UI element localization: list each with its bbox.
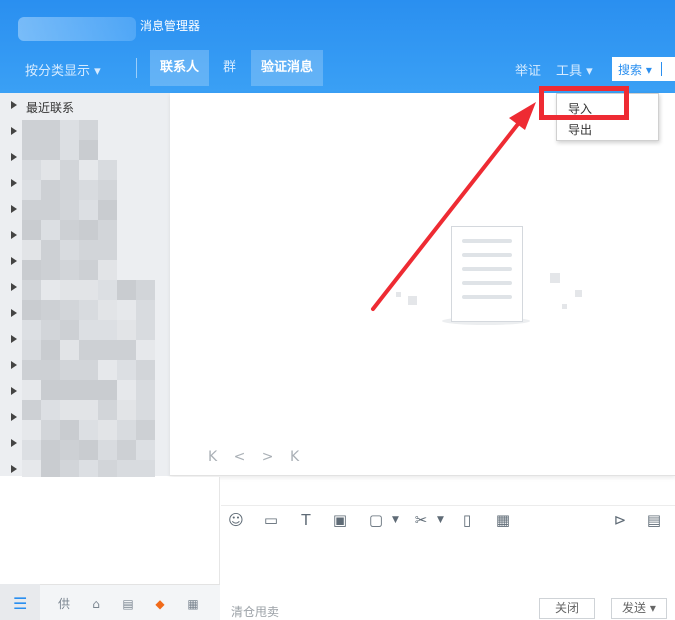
tree-expand-arrow-icon[interactable]: [11, 179, 21, 189]
tab-groups[interactable]: 群: [213, 50, 246, 86]
search-label: 搜索 ▾: [618, 63, 652, 77]
input-toolbar-divider: [221, 505, 675, 506]
card-icon[interactable]: ▭: [262, 511, 280, 529]
send-button[interactable]: 发送 ▾: [611, 598, 667, 619]
supply-icon[interactable]: 供: [57, 597, 71, 611]
tree-expand-arrow-icon[interactable]: [11, 127, 21, 137]
tree-expand-arrow-icon[interactable]: [11, 465, 21, 475]
tree-expand-arrow-icon[interactable]: [11, 361, 21, 371]
tree-expand-arrow-icon[interactable]: [11, 283, 21, 293]
tree-expand-arrow-icon[interactable]: [11, 309, 21, 319]
notes-icon[interactable]: ▤: [121, 597, 135, 611]
pager-controls[interactable]: K < > K: [208, 449, 305, 465]
calendar-icon[interactable]: ▦: [494, 511, 512, 529]
tree-expand-arrow-icon[interactable]: [11, 439, 21, 449]
header-divider: [136, 58, 137, 78]
decor-square: [408, 296, 417, 305]
folder-icon[interactable]: ▢: [367, 511, 385, 529]
menu-icon[interactable]: ☰: [13, 596, 27, 612]
emoji-icon[interactable]: ☺: [227, 511, 245, 529]
message-manager-window: 消息管理器 按分类显示 ▾ 联系人 群 验证消息 举证 工具 ▾ 搜索 ▾ 最近…: [0, 0, 675, 620]
store-icon[interactable]: ⌂: [89, 597, 103, 611]
tree-expand-arrow-icon[interactable]: [11, 205, 21, 215]
blurred-contact-list: [22, 120, 158, 480]
decor-square: [550, 273, 560, 283]
quick-reply-text[interactable]: 清仓甩卖: [231, 603, 279, 620]
close-button[interactable]: 关闭: [539, 598, 595, 619]
tree-expand-arrow-icon[interactable]: [11, 153, 21, 163]
report-button[interactable]: 举证: [515, 60, 541, 79]
tools-menu-button[interactable]: 工具 ▾: [556, 60, 593, 79]
header-bar: 消息管理器 按分类显示 ▾ 联系人 群 验证消息 举证 工具 ▾ 搜索 ▾: [0, 0, 675, 93]
tree-expand-arrow-icon[interactable]: [11, 257, 21, 267]
tab-verify-messages[interactable]: 验证消息: [251, 50, 324, 86]
decor-square: [562, 304, 567, 309]
decor-square: [396, 292, 401, 297]
category-display-dropdown[interactable]: 按分类显示 ▾: [25, 60, 101, 79]
group-recent-contacts[interactable]: 最近联系: [26, 99, 74, 116]
tree-expand-arrow-icon[interactable]: [11, 387, 21, 397]
layout-icon[interactable]: ▦: [186, 597, 200, 611]
tree-expand-arrow-icon[interactable]: [11, 231, 21, 241]
folder-caret-icon[interactable]: ▼: [392, 515, 399, 525]
contact-tree: 最近联系: [0, 93, 170, 480]
window-title: 消息管理器: [140, 19, 201, 33]
scissors-caret-icon[interactable]: ▼: [437, 515, 444, 525]
tab-contacts[interactable]: 联系人: [150, 50, 210, 86]
menu-item-export[interactable]: 导出: [568, 121, 592, 138]
decor-square: [575, 290, 582, 297]
empty-document-icon: [451, 226, 523, 322]
tree-expand-arrow-icon[interactable]: [11, 101, 21, 111]
search-button[interactable]: 搜索 ▾: [612, 57, 675, 81]
image-icon[interactable]: ▣: [331, 511, 349, 529]
forward-icon[interactable]: ⊳: [611, 511, 629, 529]
tree-expand-arrow-icon[interactable]: [11, 413, 21, 423]
history-icon[interactable]: ▤: [645, 511, 663, 529]
taobao-icon[interactable]: ◆: [153, 597, 167, 611]
text-format-icon[interactable]: T: [297, 511, 315, 529]
import-highlight-box: [539, 86, 629, 120]
tree-expand-arrow-icon[interactable]: [11, 335, 21, 345]
shake-icon[interactable]: ▯: [458, 511, 476, 529]
blurred-avatar-name: [18, 17, 136, 41]
search-divider: [661, 62, 662, 76]
message-panel: K < > K: [170, 93, 675, 476]
screenshot-scissors-icon[interactable]: ✂: [412, 511, 430, 529]
